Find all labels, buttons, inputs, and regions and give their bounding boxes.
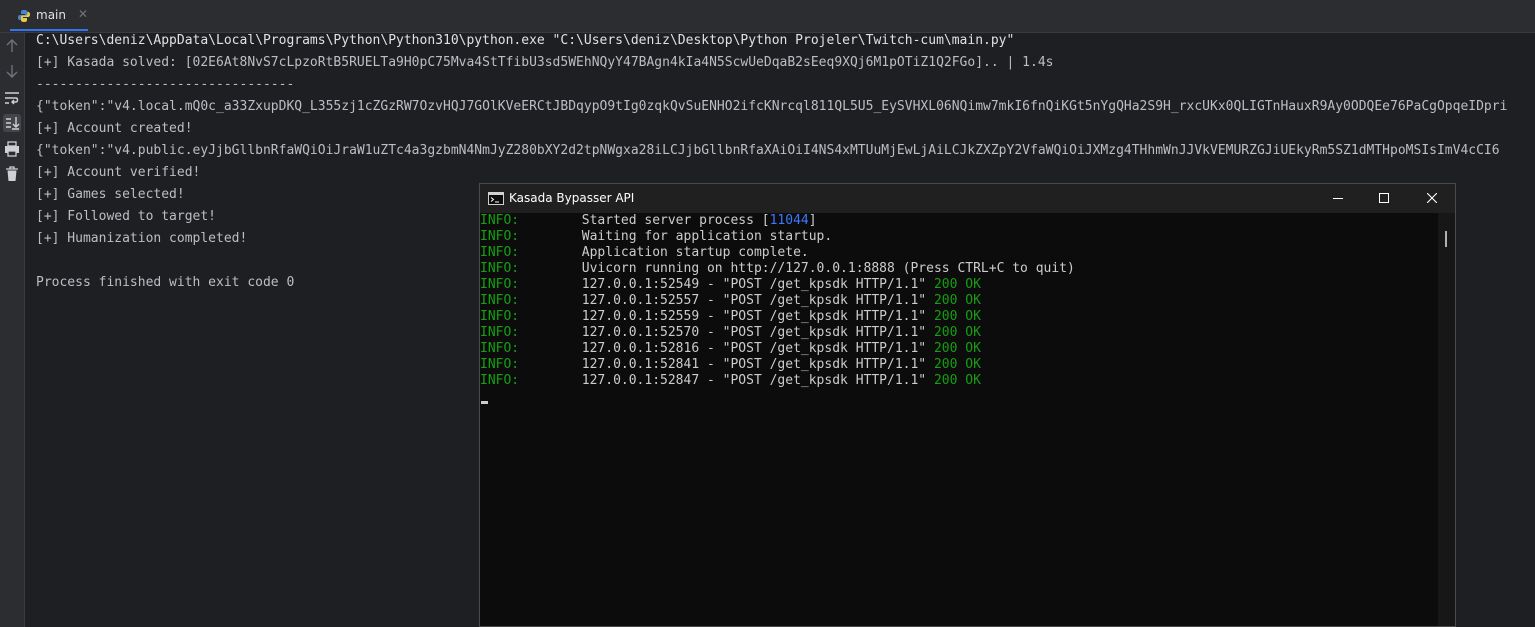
close-icon: [1427, 193, 1437, 203]
maximize-button[interactable]: [1361, 184, 1407, 213]
console-separator: ---------------------------------: [36, 77, 295, 92]
scroll-to-end-icon[interactable]: [3, 114, 21, 132]
terminal-line: INFO: Uvicorn running on http://127.0.0.…: [480, 261, 1075, 276]
minimize-icon: [1333, 198, 1343, 199]
terminal-output[interactable]: INFO: Started server process [11044] INF…: [480, 213, 1438, 626]
terminal-line: INFO: 127.0.0.1:52841 - "POST /get_kpsdk…: [480, 357, 981, 372]
editor-tab-bar: main ✕: [0, 0, 1535, 33]
maximize-icon: [1379, 193, 1389, 203]
console-line: [+] Humanization completed!: [36, 231, 248, 246]
soft-wrap-icon[interactable]: [3, 89, 21, 107]
tab-close-icon[interactable]: ✕: [78, 7, 88, 21]
terminal-line: INFO: Application startup complete.: [480, 245, 809, 260]
terminal-line: INFO: 127.0.0.1:52559 - "POST /get_kpsdk…: [480, 309, 981, 324]
scrollbar-thumb[interactable]: [1445, 231, 1447, 247]
print-icon[interactable]: [3, 140, 21, 158]
terminal-title: Kasada Bypasser API: [509, 191, 635, 205]
terminal-line: INFO: Started server process [11044]: [480, 213, 817, 228]
arrow-up-icon[interactable]: [3, 37, 21, 55]
console-line: [+] Account verified!: [36, 165, 201, 180]
console-line: [+] Account created!: [36, 121, 193, 136]
tab-label: main: [36, 8, 66, 22]
console-line: {"token":"v4.local.mQ0c_a33ZxupDKQ_L355z…: [36, 99, 1508, 114]
console-app-icon: [488, 192, 504, 205]
console-toolbar: [0, 33, 25, 627]
console-exit-line: Process finished with exit code 0: [36, 275, 295, 290]
console-command-line: C:\Users\deniz\AppData\Local\Programs\Py…: [36, 33, 1015, 48]
terminal-scrollbar[interactable]: [1438, 213, 1455, 626]
console-line: [+] Games selected!: [36, 187, 185, 202]
text-cursor: [481, 401, 488, 404]
terminal-line: INFO: 127.0.0.1:52549 - "POST /get_kpsdk…: [480, 277, 981, 292]
minimize-button[interactable]: [1315, 184, 1361, 213]
terminal-line: INFO: 127.0.0.1:52847 - "POST /get_kpsdk…: [480, 373, 981, 388]
terminal-window[interactable]: Kasada Bypasser API INFO: Started server…: [479, 183, 1456, 627]
python-file-icon: [18, 10, 30, 22]
terminal-line: INFO: 127.0.0.1:52557 - "POST /get_kpsdk…: [480, 293, 981, 308]
console-line: [+] Kasada solved: [02E6At8NvS7cLpzoRtB5…: [36, 55, 1054, 70]
terminal-line: INFO: Waiting for application startup.: [480, 229, 833, 244]
close-button[interactable]: [1409, 184, 1455, 213]
terminal-line: INFO: 127.0.0.1:52816 - "POST /get_kpsdk…: [480, 341, 981, 356]
console-line: [+] Followed to target!: [36, 209, 217, 224]
terminal-titlebar[interactable]: Kasada Bypasser API: [480, 184, 1455, 213]
console-line: {"token":"v4.public.eyJjbGllbnRfaWQiOiJr…: [36, 143, 1500, 158]
trash-icon[interactable]: [3, 165, 21, 183]
tab-main[interactable]: main ✕: [10, 0, 88, 31]
terminal-line: INFO: 127.0.0.1:52570 - "POST /get_kpsdk…: [480, 325, 981, 340]
arrow-down-icon[interactable]: [3, 62, 21, 80]
